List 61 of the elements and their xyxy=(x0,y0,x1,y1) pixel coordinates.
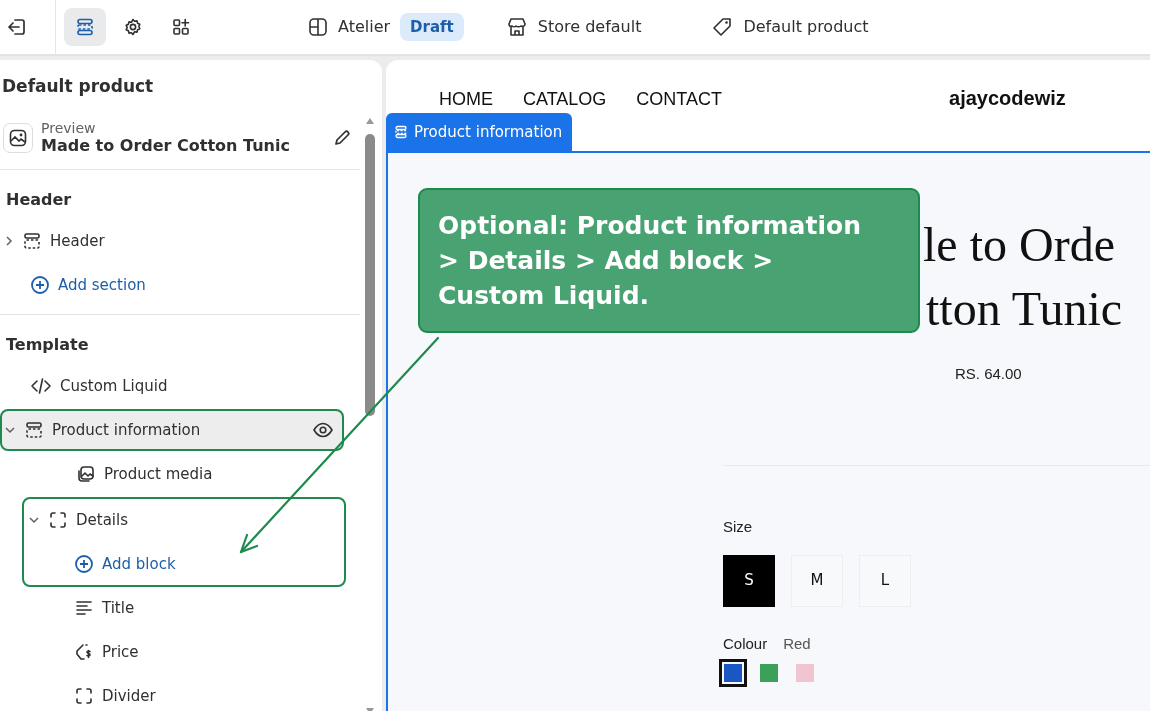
tree-item[interactable]: Product media xyxy=(0,453,344,495)
chevron-icon[interactable] xyxy=(4,425,16,435)
product-title: le to Orde xyxy=(923,216,1116,273)
price-tag-icon xyxy=(74,642,94,662)
exit-icon[interactable] xyxy=(6,16,28,38)
chevron-icon[interactable] xyxy=(4,235,14,247)
colour-swatch[interactable] xyxy=(719,659,747,687)
size-option[interactable]: L xyxy=(859,554,911,607)
settings-icon xyxy=(123,17,143,37)
tree-item[interactable]: Product information xyxy=(0,409,344,451)
nav-link[interactable]: CATALOG xyxy=(523,86,607,113)
media-icon xyxy=(76,464,96,484)
size-label: Size xyxy=(723,517,754,537)
section-icon xyxy=(22,231,42,251)
dashed-frame-icon xyxy=(74,686,94,706)
preview-product: Made to Order Cotton Tunic xyxy=(41,135,291,156)
tree-item[interactable]: Details xyxy=(24,499,344,541)
nav-link[interactable]: HOME xyxy=(439,86,493,113)
group-heading: Template xyxy=(5,334,90,356)
product-price: RS. 64.00 xyxy=(955,363,1023,384)
store-icon xyxy=(505,16,528,38)
layout-icon xyxy=(308,17,328,37)
section-tag[interactable]: Product information xyxy=(386,113,573,151)
store-logo[interactable]: ajaycodewiz xyxy=(949,83,1066,113)
visibility-icon[interactable] xyxy=(312,421,334,439)
chevron-icon[interactable] xyxy=(28,515,40,525)
sections-icon xyxy=(75,17,95,37)
product-title: tton Tunic xyxy=(926,280,1124,337)
tree-item[interactable]: Price xyxy=(0,631,344,673)
template-selector[interactable]: Default product xyxy=(743,15,869,39)
group-heading: Header xyxy=(5,189,73,211)
code-icon xyxy=(30,377,52,395)
theme-name: Atelier xyxy=(338,16,391,38)
edit-icon[interactable] xyxy=(332,127,352,148)
tree-item[interactable]: Divider xyxy=(0,675,344,711)
apps-icon xyxy=(171,17,191,37)
section-icon xyxy=(24,420,44,440)
text-lines-icon xyxy=(74,598,94,618)
tree-item[interactable]: Header xyxy=(0,220,344,262)
panel-title: Default product xyxy=(1,75,155,98)
sections-icon xyxy=(394,125,408,140)
add-link[interactable]: Add block xyxy=(24,543,344,585)
preview-label: Preview xyxy=(41,119,97,136)
tag-icon xyxy=(711,16,734,38)
size-option[interactable]: S xyxy=(723,554,775,607)
tree-item[interactable]: Custom Liquid xyxy=(0,365,344,407)
add-link[interactable]: Add section xyxy=(0,264,360,306)
callout: Optional: Product information > Details > Add block > Custom Liquid. xyxy=(418,188,920,333)
add-icon xyxy=(30,275,50,295)
dashed-frame-icon xyxy=(48,510,68,530)
nav-link[interactable]: CONTACT xyxy=(636,86,723,113)
add-icon xyxy=(74,554,94,574)
colour-label: Colour xyxy=(723,633,768,654)
store-selector[interactable]: Store default xyxy=(537,15,642,39)
image-icon xyxy=(3,122,33,153)
status-badge: Draft xyxy=(400,12,464,42)
scrollbar[interactable] xyxy=(364,118,376,711)
tree-item[interactable]: Title xyxy=(0,587,344,629)
sections-tool[interactable] xyxy=(64,8,106,46)
colour-value: Red xyxy=(783,633,811,654)
size-option[interactable]: M xyxy=(791,554,843,607)
